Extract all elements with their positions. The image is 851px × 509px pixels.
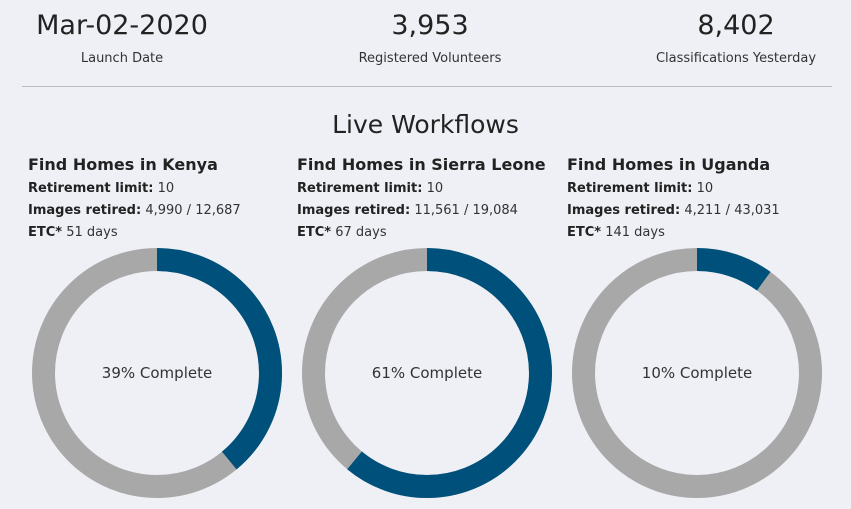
etc: ETC* 141 days <box>567 222 827 244</box>
workflow-sierra-leone: Find Homes in Sierra Leone Retirement li… <box>297 154 557 244</box>
etc-value: 51 days <box>66 225 118 240</box>
launch-date-value: Mar-02-2020 <box>36 10 208 41</box>
etc-value: 141 days <box>605 225 665 240</box>
etc-label: ETC* <box>297 225 332 240</box>
workflow-uganda: Find Homes in Uganda Retirement limit: 1… <box>567 154 827 244</box>
volunteers-label: Registered Volunteers <box>358 51 502 66</box>
divider <box>22 86 832 87</box>
images-retired: Images retired: 4,211 / 43,031 <box>567 200 827 222</box>
progress-donut-kenya: 39% Complete <box>32 248 282 498</box>
images-retired-label: Images retired: <box>567 203 681 218</box>
images-retired-label: Images retired: <box>28 203 142 218</box>
images-retired-value: 4,990 / 12,687 <box>145 203 241 218</box>
retirement-limit-value: 10 <box>426 181 444 196</box>
etc-label: ETC* <box>28 225 63 240</box>
images-retired: Images retired: 11,561 / 19,084 <box>297 200 557 222</box>
volunteers-value: 3,953 <box>391 10 469 41</box>
donut-complete-label: 61% Complete <box>371 364 483 382</box>
etc-value: 67 days <box>335 225 387 240</box>
retirement-limit: Retirement limit: 10 <box>297 178 557 200</box>
progress-donut-sierra-leone: 61% Complete <box>302 248 552 498</box>
donut-complete-label: 39% Complete <box>101 364 213 382</box>
progress-donut-uganda: 10% Complete <box>572 248 822 498</box>
donut-complete-label: 10% Complete <box>641 364 753 382</box>
etc-label: ETC* <box>567 225 602 240</box>
retirement-limit: Retirement limit: 10 <box>567 178 827 200</box>
workflow-title: Find Homes in Kenya <box>28 155 218 174</box>
stat-registered-volunteers: 3,953 Registered Volunteers <box>330 8 530 68</box>
images-retired: Images retired: 4,990 / 12,687 <box>28 200 288 222</box>
workflow-title: Find Homes in Uganda <box>567 155 771 174</box>
etc: ETC* 51 days <box>28 222 288 244</box>
workflow-kenya: Find Homes in Kenya Retirement limit: 10… <box>28 154 288 244</box>
etc: ETC* 67 days <box>297 222 557 244</box>
retirement-limit-value: 10 <box>696 181 714 196</box>
stat-classifications-yesterday: 8,402 Classifications Yesterday <box>636 8 836 68</box>
section-title: Live Workflows <box>332 110 519 139</box>
images-retired-value: 4,211 / 43,031 <box>684 203 780 218</box>
images-retired-value: 11,561 / 19,084 <box>414 203 518 218</box>
classifications-label: Classifications Yesterday <box>655 51 817 66</box>
retirement-limit: Retirement limit: 10 <box>28 178 288 200</box>
retirement-limit-label: Retirement limit: <box>297 181 423 196</box>
retirement-limit-label: Retirement limit: <box>567 181 693 196</box>
classifications-value: 8,402 <box>697 10 775 41</box>
images-retired-label: Images retired: <box>297 203 411 218</box>
stat-launch-date: Mar-02-2020 Launch Date <box>22 8 222 68</box>
stats-bar: Mar-02-2020 Launch Date 3,953 Registered… <box>0 0 851 86</box>
workflow-title: Find Homes in Sierra Leone <box>297 155 546 174</box>
retirement-limit-label: Retirement limit: <box>28 181 154 196</box>
launch-date-label: Launch Date <box>80 51 164 66</box>
retirement-limit-value: 10 <box>157 181 175 196</box>
